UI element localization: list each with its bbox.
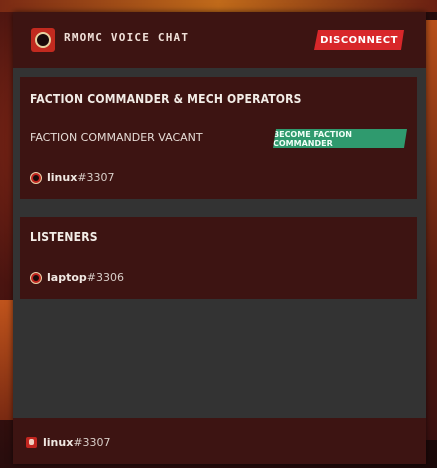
- listeners-section: LISTENERS laptop #3306: [20, 217, 417, 299]
- voice-chat-panel: RMOMC VOICE CHAT DISCONNECT FACTION COMM…: [13, 12, 426, 464]
- background-scenery-top: [0, 0, 437, 12]
- faction-logo-icon: [31, 28, 55, 52]
- listeners-section-title: LISTENERS: [30, 230, 98, 244]
- avatar-icon: [30, 271, 42, 284]
- avatar-icon: [30, 171, 42, 184]
- become-commander-button[interactable]: BECOME FACTION COMMANDER: [273, 129, 407, 148]
- member-item[interactable]: laptop #3306: [30, 271, 124, 284]
- member-tag: #3307: [77, 171, 115, 184]
- panel-title: RMOMC VOICE CHAT: [64, 31, 190, 44]
- member-name: laptop: [47, 271, 87, 284]
- member-tag: #3306: [86, 271, 124, 284]
- current-user-name: linux: [43, 436, 74, 449]
- commander-vacant-text: FACTION COMMANDER VACANT: [30, 131, 203, 144]
- microphone-icon[interactable]: [26, 437, 37, 448]
- current-user-tag: #3307: [73, 436, 111, 449]
- member-item[interactable]: linux #3307: [30, 171, 115, 184]
- current-user[interactable]: linux #3307: [26, 436, 111, 449]
- commander-section-title: FACTION COMMANDER & MECH OPERATORS: [30, 92, 302, 106]
- current-user-footer: linux #3307: [13, 418, 426, 464]
- disconnect-button[interactable]: DISCONNECT: [314, 30, 404, 50]
- member-name: linux: [47, 171, 78, 184]
- commander-section: FACTION COMMANDER & MECH OPERATORS FACTI…: [20, 77, 417, 199]
- panel-header: RMOMC VOICE CHAT DISCONNECT: [13, 12, 426, 68]
